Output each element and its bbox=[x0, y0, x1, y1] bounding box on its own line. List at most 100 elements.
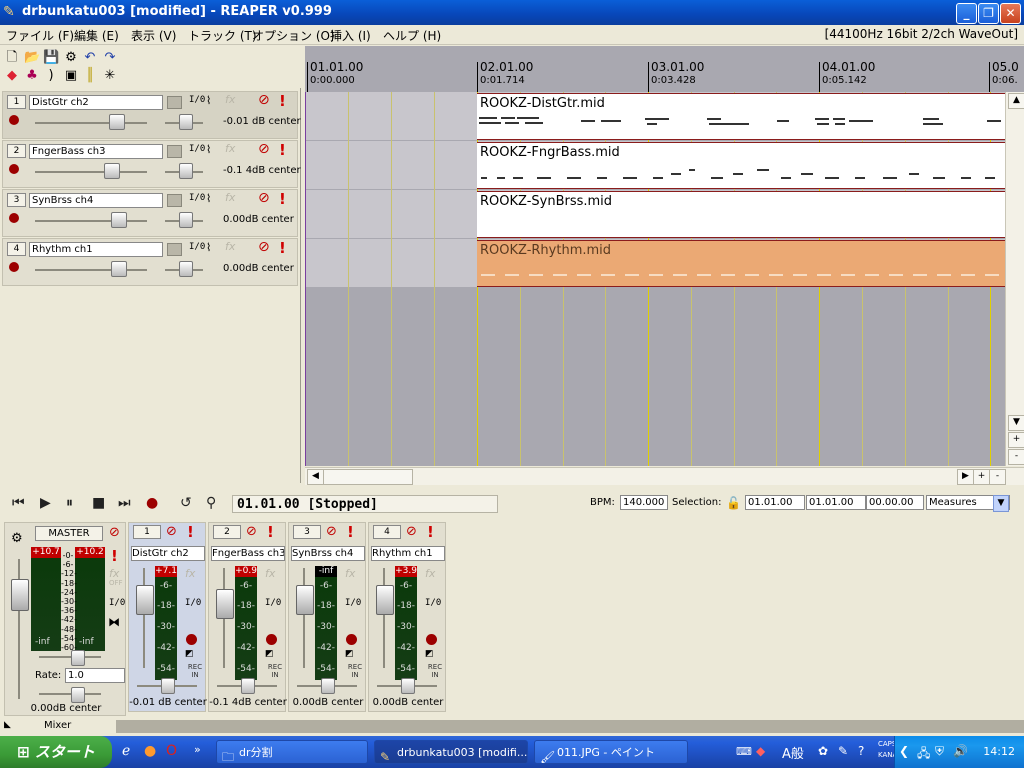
taskbar-item-reaper[interactable]: ✎ drbunkatu003 [modifi... bbox=[374, 740, 528, 764]
mixer-docker-tab[interactable]: ◣ Mixer bbox=[0, 720, 1024, 733]
io-button[interactable]: I/0 bbox=[189, 95, 205, 105]
pause-icon[interactable]: ⏸ bbox=[66, 495, 73, 511]
fader-knob[interactable] bbox=[136, 585, 154, 615]
record-arm-button[interactable] bbox=[9, 164, 19, 174]
pan-knob[interactable] bbox=[241, 678, 255, 694]
mixer-strip[interactable]: 1 ⊘ ! DistGtr ch2 +7.1 -6- -18- -30- -42… bbox=[128, 522, 207, 712]
pan-knob[interactable] bbox=[401, 678, 415, 694]
solo-icon[interactable]: ! bbox=[427, 523, 434, 541]
envelope-icon[interactable]: ⌇ bbox=[206, 143, 211, 156]
scroll-right-icon[interactable]: ▶ bbox=[957, 469, 974, 485]
title-bar[interactable]: ✎ drbunkatu003 [modified] - REAPER v0.99… bbox=[0, 0, 1024, 25]
media-item[interactable]: ROOKZ-Rhythm.mid bbox=[477, 240, 1005, 287]
record-arm-button[interactable] bbox=[266, 634, 277, 645]
track-header[interactable]: 2 FngerBass ch3 I/0 ⌇ fx ⊘ ! -0.1 4dB ce… bbox=[2, 140, 301, 188]
horizontal-scrollbar[interactable]: ◀ ▶ + - bbox=[305, 467, 1024, 485]
io-button[interactable]: I/0 bbox=[185, 598, 201, 608]
fx-button[interactable]: fx bbox=[185, 567, 195, 580]
snap-icon[interactable]: ♣ bbox=[24, 68, 40, 84]
menu-view[interactable]: 表示 (V) bbox=[131, 27, 176, 44]
monitor-icon[interactable]: ◩ bbox=[265, 649, 274, 659]
opera-quicklaunch-icon[interactable]: O bbox=[166, 743, 177, 759]
fx-button[interactable]: fx bbox=[225, 240, 235, 253]
record-arm-button[interactable] bbox=[9, 115, 19, 125]
monitor-icon[interactable]: ◩ bbox=[345, 649, 354, 659]
track-header[interactable]: 1 DistGtr ch2 I/0 ⌇ fx ⊘ ! -0.01 dB cent… bbox=[2, 91, 301, 139]
fx-button[interactable]: fx bbox=[225, 93, 235, 106]
repeat-icon[interactable]: ↺ bbox=[180, 495, 192, 511]
playrate-field[interactable]: 1.0 bbox=[65, 668, 125, 683]
track-number[interactable]: 4 bbox=[7, 242, 26, 256]
io-button[interactable]: I/0 bbox=[425, 598, 441, 608]
strip-name[interactable]: DistGtr ch2 bbox=[131, 546, 205, 561]
mono-stereo-icon[interactable]: ⧓ bbox=[108, 615, 120, 629]
pan-slider-knob[interactable] bbox=[179, 163, 193, 179]
mixer-strip[interactable]: 2 ⊘ ! FngerBass ch3 +0.9 -6- -18- -30- -… bbox=[208, 522, 287, 712]
maximize-button[interactable]: ❐ bbox=[978, 3, 999, 24]
new-project-icon[interactable]: 🗋 bbox=[4, 50, 20, 66]
selection-end-field[interactable]: 01.01.00 bbox=[806, 495, 866, 510]
io-button[interactable]: I/0 bbox=[265, 598, 281, 608]
undo-icon[interactable]: ↶ bbox=[82, 50, 98, 66]
ime-dictionary-icon[interactable]: ✎ bbox=[838, 744, 848, 758]
master-strip[interactable]: ⚙ MASTER ⊘ +10.7 +10.2 -0- -6- -12- -18-… bbox=[4, 522, 126, 716]
taskbar-item-paint[interactable]: 🖌 011.JPG - ペイント bbox=[534, 740, 688, 764]
track-header[interactable]: 3 SynBrss ch4 I/0 ⌇ fx ⊘ ! 0.00dB center bbox=[2, 189, 298, 237]
menu-options[interactable]: オプション (O) bbox=[252, 27, 335, 44]
volume-slider-knob[interactable] bbox=[109, 114, 125, 130]
minimize-button[interactable]: _ bbox=[956, 3, 977, 24]
pan-knob[interactable] bbox=[161, 678, 175, 694]
zoom-out-horizontal-button[interactable]: - bbox=[989, 469, 1006, 485]
track-header[interactable]: 4 Rhythm ch1 I/0 ⌇ fx ⊘ ! 0.00dB center bbox=[2, 238, 298, 286]
tray-expand-icon[interactable]: ❮ bbox=[899, 744, 909, 758]
envelope-icon[interactable]: ⌇ bbox=[206, 94, 211, 107]
zoom-out-vertical-button[interactable]: - bbox=[1008, 449, 1024, 465]
mute-icon[interactable]: ⊘ bbox=[258, 239, 270, 255]
volume-slider-knob[interactable] bbox=[104, 163, 120, 179]
network-icon[interactable]: 🖧 bbox=[917, 744, 930, 765]
master-routing-icon[interactable]: ⚙ bbox=[11, 531, 23, 546]
mute-icon[interactable]: ⊘ bbox=[246, 524, 257, 539]
zoom-in-vertical-button[interactable]: + bbox=[1008, 432, 1024, 448]
strip-name[interactable]: SynBrss ch4 bbox=[291, 546, 365, 561]
volume-slider-knob[interactable] bbox=[111, 261, 127, 277]
mute-icon[interactable]: ⊘ bbox=[326, 524, 337, 539]
solo-icon[interactable]: ! bbox=[347, 523, 354, 541]
go-to-start-icon[interactable]: ⏮ bbox=[12, 495, 25, 511]
record-arm-button[interactable] bbox=[426, 634, 437, 645]
solo-icon[interactable]: ! bbox=[187, 523, 194, 541]
mute-icon[interactable]: ⊘ bbox=[258, 190, 270, 206]
envelope-icon[interactable]: ⌇ bbox=[206, 241, 211, 254]
record-arm-button[interactable] bbox=[9, 262, 19, 272]
track-number[interactable]: 2 bbox=[7, 144, 26, 158]
media-item[interactable]: ROOKZ-DistGtr.mid bbox=[477, 93, 1005, 140]
media-item[interactable]: ROOKZ-SynBrss.mid bbox=[477, 191, 1005, 238]
arrange-view[interactable]: ROOKZ-DistGtr.mid ROOKZ-FngrBass.mid ROO… bbox=[305, 92, 1005, 466]
track-number[interactable]: 1 bbox=[7, 95, 26, 109]
menu-edit[interactable]: 編集 (E) bbox=[74, 27, 119, 44]
chevron-down-icon[interactable]: ▼ bbox=[993, 495, 1009, 512]
solo-icon[interactable]: ! bbox=[279, 92, 286, 110]
close-button[interactable]: ✕ bbox=[1000, 3, 1021, 24]
menu-insert[interactable]: 挿入 (I) bbox=[330, 27, 371, 44]
fader-knob[interactable] bbox=[296, 585, 314, 615]
taskbar-item-folder[interactable]: 🗀 dr分割 bbox=[216, 740, 368, 764]
record-arm-button[interactable] bbox=[9, 213, 19, 223]
mixer-strip[interactable]: 4 ⊘ ! Rhythm ch1 +3.9 -6- -18- -30- -42-… bbox=[368, 522, 446, 712]
strip-number[interactable]: 1 bbox=[133, 525, 161, 539]
folder-icon[interactable] bbox=[167, 243, 182, 256]
routing-icon[interactable]: ▣ bbox=[63, 68, 79, 84]
mixer-strip[interactable]: 3 ⊘ ! SynBrss ch4 -inf -6- -18- -30- -42… bbox=[288, 522, 366, 712]
fx-button[interactable]: fx bbox=[225, 191, 235, 204]
start-button[interactable]: ⊞ スタート bbox=[0, 736, 112, 768]
go-to-end-icon[interactable]: ⏭ bbox=[118, 495, 131, 511]
bpm-field[interactable]: 140.000 bbox=[620, 495, 668, 510]
metronome-toggle-icon[interactable]: ⚲ bbox=[206, 495, 216, 511]
record-arm-button[interactable] bbox=[346, 634, 357, 645]
fx-button[interactable]: fx bbox=[345, 567, 355, 580]
media-item[interactable]: ROOKZ-FngrBass.mid bbox=[477, 142, 1005, 189]
solo-icon[interactable]: ! bbox=[279, 141, 286, 159]
strip-name[interactable]: FngerBass ch3 bbox=[211, 546, 285, 561]
menu-file[interactable]: ファイル (F) bbox=[6, 27, 74, 44]
track-name-field[interactable]: DistGtr ch2 bbox=[29, 95, 163, 110]
